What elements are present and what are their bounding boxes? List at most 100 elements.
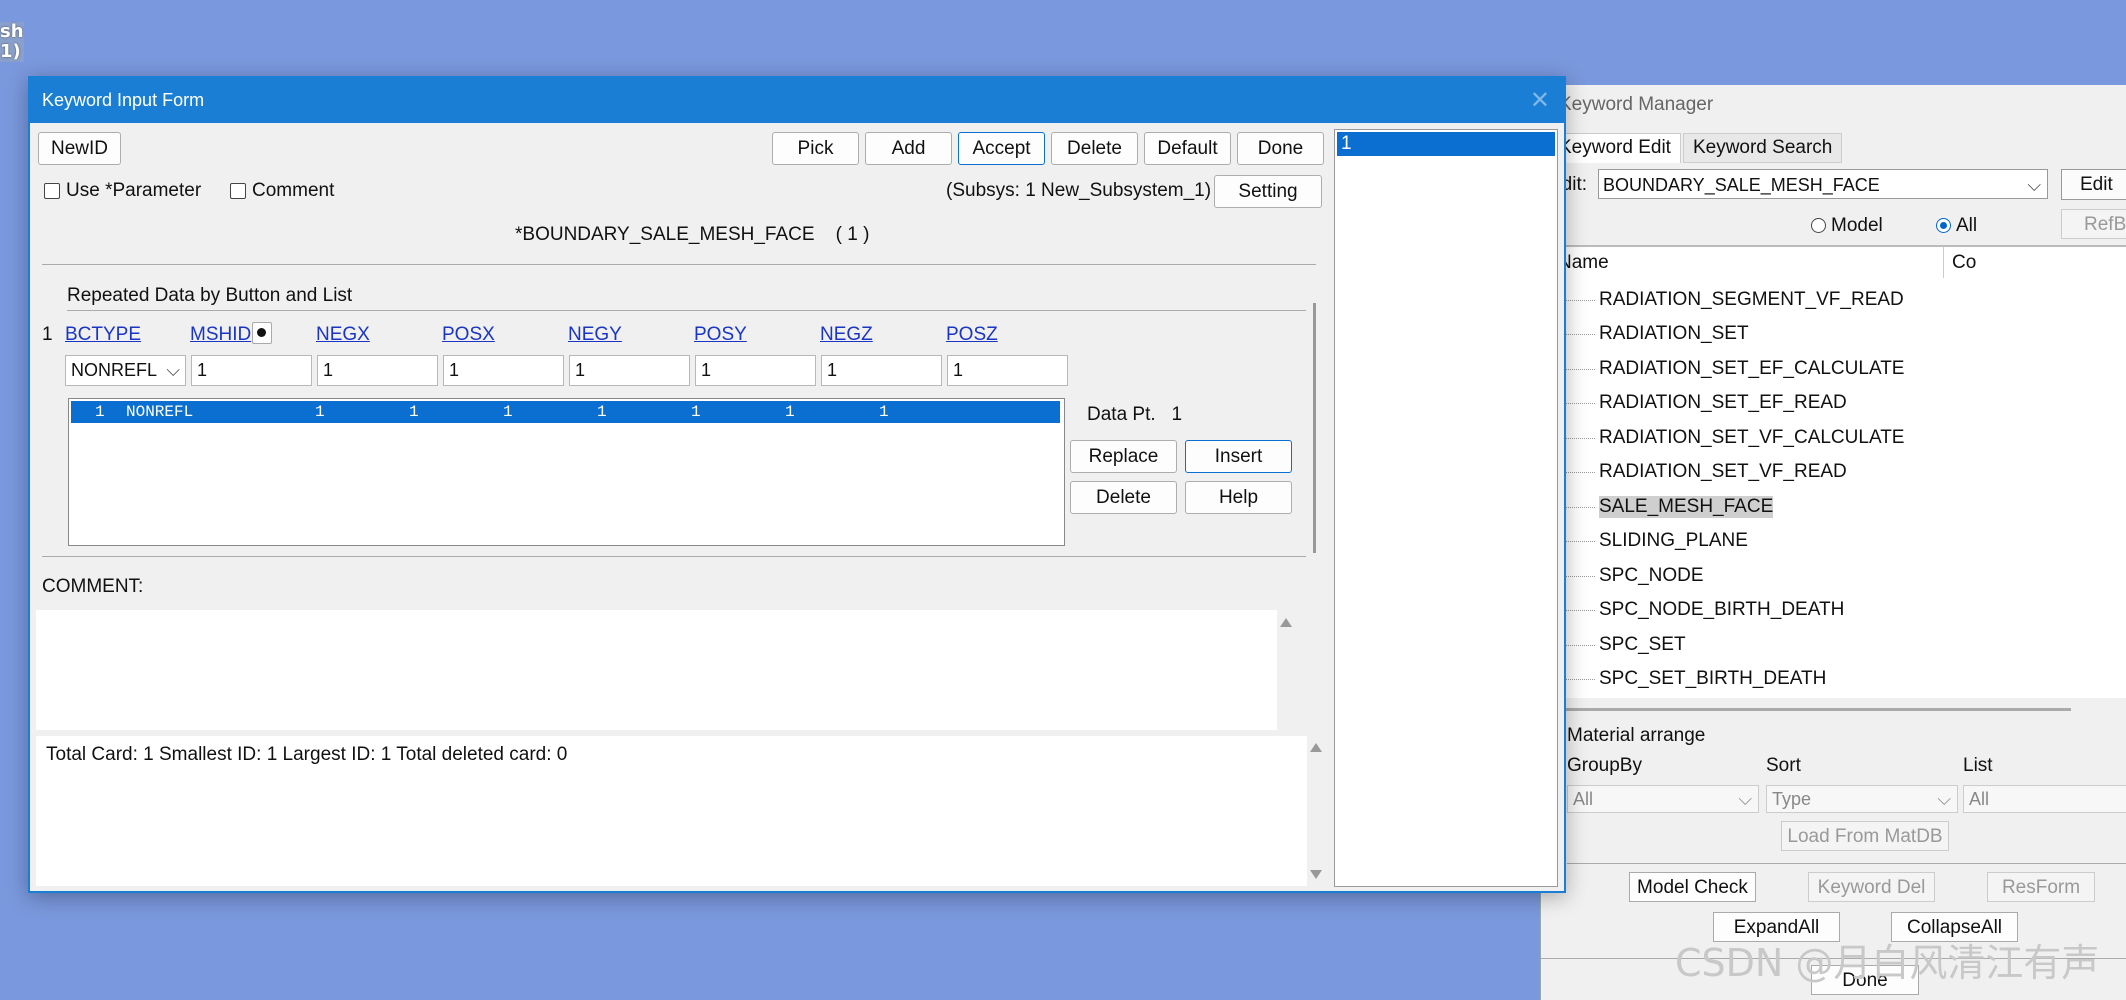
scroll-down-icon[interactable]: [1310, 870, 1322, 879]
status-scrollbar[interactable]: [1307, 736, 1325, 886]
tab-keyword-search[interactable]: Keyword Search: [1682, 133, 1843, 163]
header-negx[interactable]: NEGX: [316, 324, 370, 346]
header-mshid[interactable]: MSHID: [190, 324, 251, 346]
comment-scrollbar[interactable]: [1277, 610, 1295, 730]
data-pt-value: 1: [1171, 404, 1183, 425]
posy-field[interactable]: 1: [695, 355, 816, 386]
row-cell-posz: 1: [879, 403, 889, 421]
list-item[interactable]: SPC_SET: [1559, 634, 1686, 656]
setting-button[interactable]: Setting: [1214, 175, 1322, 208]
material-arrange-title: Material arrange: [1567, 725, 1706, 746]
mshid-pick-button[interactable]: [252, 322, 272, 344]
edit-keyword-select[interactable]: BOUNDARY_SALE_MESH_FACE ⌵: [1598, 169, 2048, 199]
bctype-select[interactable]: NONREFL ⌵: [65, 355, 186, 386]
form-vertical-scrollbar[interactable]: [1306, 278, 1324, 588]
mshid-field[interactable]: 1: [191, 355, 312, 386]
sort-label: Sort: [1766, 755, 1801, 776]
list-select[interactable]: All: [1963, 785, 2126, 813]
tab-keyword-edit[interactable]: Keyword Edit: [1549, 133, 1681, 163]
list-item[interactable]: RADIATION_SET: [1559, 323, 1749, 345]
header-posy[interactable]: POSY: [694, 324, 747, 346]
row-cell-index: 1: [95, 403, 105, 421]
delete-row-button[interactable]: Delete: [1070, 481, 1177, 514]
posx-field[interactable]: 1: [443, 355, 564, 386]
subsystem-info: (Subsys: 1 New_Subsystem_1): [946, 180, 1212, 201]
keyword-manager-title: Keyword Manager: [1559, 94, 1714, 115]
chevron-down-icon: ⌵: [1937, 789, 1951, 809]
list-item[interactable]: RADIATION_SET_EF_CALCULATE: [1558, 358, 1904, 380]
list-item[interactable]: SPC_SET_BIRTH_DEATH: [1558, 668, 1826, 690]
list-item[interactable]: SPC_NODE: [1559, 565, 1704, 587]
sort-select[interactable]: Type ⌵: [1766, 785, 1958, 813]
list-item[interactable]: RADIATION_SET_VF_CALCULATE: [1558, 427, 1904, 449]
column-c-header[interactable]: Co: [1943, 247, 1976, 279]
header-posz[interactable]: POSZ: [946, 324, 998, 346]
accept-button[interactable]: Accept: [958, 132, 1045, 165]
dot-icon: [257, 328, 266, 337]
status-text: Total Card: 1 Smallest ID: 1 Largest ID:…: [46, 744, 568, 765]
new-id-button[interactable]: NewID: [38, 132, 121, 165]
id-list: 1: [1334, 129, 1558, 887]
header-negy[interactable]: NEGY: [568, 324, 622, 346]
comment-label: Comment: [252, 180, 335, 201]
list-item-selected[interactable]: SALE_MESH_FACE: [1558, 496, 1774, 518]
form-title: Keyword Input Form: [42, 90, 205, 110]
list-item[interactable]: RADIATION_SET_EF_READ: [1559, 392, 1847, 414]
header-negz[interactable]: NEGZ: [820, 324, 873, 346]
horizontal-scrollbar[interactable]: [1561, 708, 2071, 711]
list-item[interactable]: SLIDING_PLANE: [1559, 530, 1748, 552]
row-cell-posx: 1: [503, 403, 513, 421]
keyword-title: *BOUNDARY_SALE_MESH_FACE: [515, 224, 815, 245]
list-item[interactable]: RADIATION_SEGMENT_VF_READ: [1559, 289, 1904, 311]
comment-checkbox[interactable]: Comment: [230, 180, 334, 202]
row-cell-bctype: NONREFL: [126, 403, 194, 421]
negx-field[interactable]: 1: [317, 355, 438, 386]
done-button[interactable]: Done: [1237, 132, 1324, 165]
keyword-tree-list: RADIATION_SEGMENT_VF_READ RADIATION_SET …: [1551, 278, 2126, 698]
default-button[interactable]: Default: [1144, 132, 1231, 165]
status-panel: Total Card: 1 Smallest ID: 1 Largest ID:…: [36, 736, 1315, 886]
insert-button[interactable]: Insert: [1185, 440, 1292, 473]
close-icon[interactable]: ✕: [1530, 78, 1550, 123]
load-from-matdb-button[interactable]: Load From MatDB: [1781, 821, 1949, 851]
desktop-label-line1: sh: [0, 21, 24, 42]
groupby-select[interactable]: All ⌵: [1567, 785, 1759, 813]
resform-button[interactable]: ResForm: [1987, 872, 2095, 902]
groupby-label: GroupBy: [1567, 755, 1642, 776]
scroll-thumb[interactable]: [1313, 303, 1316, 553]
negy-field[interactable]: 1: [569, 355, 690, 386]
use-parameter-checkbox[interactable]: Use *Parameter: [44, 180, 201, 202]
chevron-down-icon: ⌵: [2027, 175, 2041, 195]
list-item-selected[interactable]: 1: [1337, 132, 1555, 156]
scroll-up-icon[interactable]: [1280, 618, 1292, 627]
scroll-up-icon[interactable]: [1310, 743, 1322, 752]
model-check-button[interactable]: Model Check: [1629, 872, 1756, 902]
data-pt-label: Data Pt.: [1087, 404, 1156, 425]
help-button[interactable]: Help: [1185, 481, 1292, 514]
edit-button[interactable]: Edit: [2061, 169, 2126, 200]
posz-field[interactable]: 1: [947, 355, 1068, 386]
comment-textarea[interactable]: [36, 610, 1277, 730]
keyword-manager-window: Keyword Manager Keyword Edit Keyword Sea…: [1540, 85, 2126, 1000]
header-posx[interactable]: POSX: [442, 324, 495, 346]
keyword-del-button[interactable]: Keyword Del: [1808, 872, 1935, 902]
desktop-label: sh 1): [0, 22, 24, 62]
header-bctype[interactable]: BCTYPE: [65, 324, 141, 346]
list-item[interactable]: RADIATION_SET_VF_READ: [1559, 461, 1847, 483]
replace-button[interactable]: Replace: [1070, 440, 1177, 473]
radio-all[interactable]: All: [1936, 215, 1977, 237]
checkbox-icon: [44, 183, 60, 199]
radio-model[interactable]: Model: [1811, 215, 1883, 237]
pick-button[interactable]: Pick: [772, 132, 859, 165]
negz-field[interactable]: 1: [821, 355, 942, 386]
row-cell-mshid: 1: [315, 403, 325, 421]
divider: [42, 556, 1316, 557]
table-row[interactable]: 1 NONREFL 1 1 1 1 1 1 1: [71, 401, 1060, 423]
list-item[interactable]: SPC_NODE_BIRTH_DEATH: [1558, 599, 1844, 621]
keyword-count: ( 1 ): [835, 224, 870, 245]
add-button[interactable]: Add: [865, 132, 952, 165]
delete-button[interactable]: Delete: [1051, 132, 1138, 165]
row-cell-negz: 1: [785, 403, 795, 421]
sort-value: Type: [1772, 789, 1812, 809]
refb-button[interactable]: RefB: [2061, 209, 2126, 239]
